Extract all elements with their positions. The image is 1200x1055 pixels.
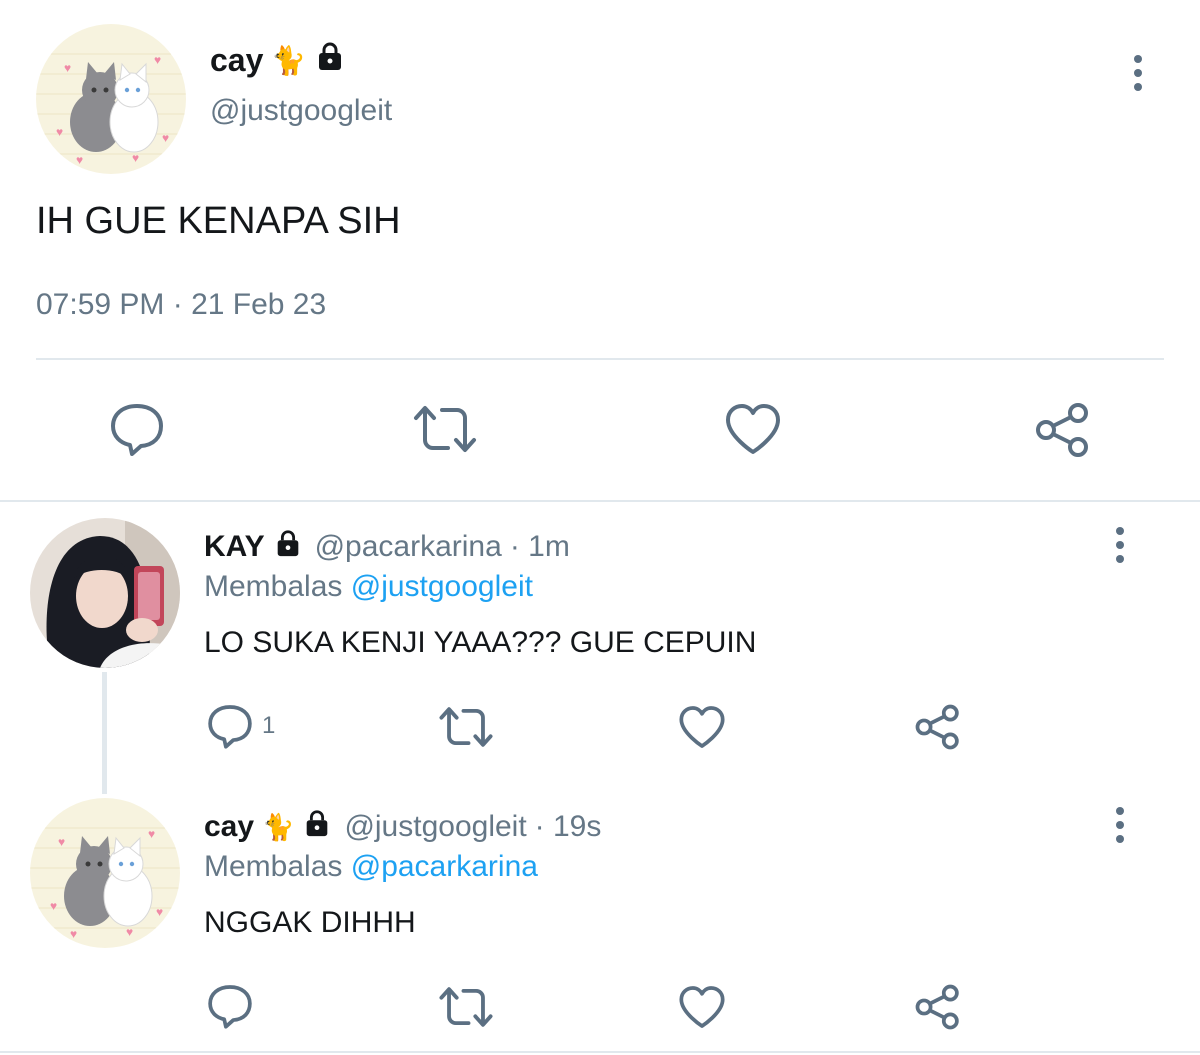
replying-to-label: Membalas [204, 850, 343, 883]
retweet-button[interactable] [438, 704, 494, 750]
svg-text:♥: ♥ [64, 61, 71, 75]
share-icon [915, 704, 959, 750]
cats-avatar-icon: ♥ ♥ ♥ ♥ ♥ ♥ [30, 798, 180, 948]
reply-handle[interactable]: @pacarkarina [315, 530, 502, 564]
reply-time[interactable]: · 1m [510, 530, 570, 564]
heart-icon [726, 404, 780, 454]
reply-avatar[interactable] [30, 518, 180, 668]
heart-icon [679, 706, 725, 748]
svg-text:♥: ♥ [56, 125, 63, 139]
cats-avatar-icon: ♥ ♥ ♥ ♥ ♥ ♥ [36, 24, 186, 174]
divider [36, 358, 1164, 360]
svg-text:♥: ♥ [126, 925, 133, 939]
replying-to-handle[interactable]: @justgoogleit [351, 570, 533, 603]
reply-button[interactable] [206, 982, 254, 1030]
replying-to-handle[interactable]: @pacarkarina [351, 850, 538, 883]
lock-icon [273, 528, 303, 566]
retweet-button[interactable] [438, 984, 494, 1030]
reply-time[interactable]: · 19s [535, 810, 602, 844]
retweet-icon [414, 406, 476, 452]
thread-line [102, 672, 107, 794]
reply-text: NGGAK DIHHH [204, 906, 416, 939]
share-button[interactable] [1034, 402, 1092, 458]
heart-icon [679, 986, 725, 1028]
author-handle[interactable]: @justgoogleit [210, 94, 392, 128]
lock-icon [302, 808, 332, 846]
reply-count: 1 [262, 712, 276, 739]
retweet-icon [439, 987, 493, 1027]
tweet-text: IH GUE KENAPA SIH [36, 200, 401, 242]
like-button[interactable] [678, 984, 726, 1030]
like-button[interactable] [724, 402, 782, 456]
reply-text: LO SUKA KENJI YAAA??? GUE CEPUIN [204, 626, 757, 659]
photo-avatar-icon [30, 518, 180, 668]
tweet-timestamp[interactable]: 07:59 PM · 21 Feb 23 [36, 288, 326, 322]
cat-emoji: 🐈 [271, 44, 307, 76]
svg-text:♥: ♥ [154, 53, 161, 67]
retweet-icon [439, 707, 493, 747]
svg-text:♥: ♥ [132, 151, 139, 165]
svg-text:♥: ♥ [50, 899, 57, 913]
reply-display-name[interactable]: KAY [204, 530, 265, 564]
more-options-icon[interactable] [1110, 806, 1130, 846]
like-button[interactable] [678, 704, 726, 750]
retweet-button[interactable] [412, 402, 478, 456]
section-divider [0, 500, 1200, 502]
svg-text:♥: ♥ [156, 905, 163, 919]
reply-icon [208, 985, 252, 1029]
cat-emoji: 🐈 [262, 811, 295, 842]
svg-text:♥: ♥ [76, 153, 83, 167]
reply-button[interactable]: 1 [206, 702, 275, 750]
lock-icon [314, 40, 346, 80]
reply-icon [111, 404, 163, 456]
share-icon [915, 984, 959, 1030]
reply-icon [208, 705, 252, 749]
share-button[interactable] [914, 704, 962, 750]
author-display-name[interactable]: cay [210, 42, 263, 79]
share-icon [1036, 403, 1088, 457]
svg-text:♥: ♥ [58, 835, 65, 849]
author-avatar[interactable]: ♥ ♥ ♥ ♥ ♥ ♥ [36, 24, 186, 174]
reply-avatar[interactable]: ♥ ♥ ♥ ♥ ♥ ♥ [30, 798, 180, 948]
svg-text:♥: ♥ [148, 827, 155, 841]
more-options-icon[interactable] [1110, 526, 1130, 566]
reply-display-name[interactable]: cay [204, 810, 254, 844]
reply-handle[interactable]: @justgoogleit [344, 810, 526, 844]
share-button[interactable] [914, 984, 962, 1030]
more-options-icon[interactable] [1128, 54, 1148, 94]
svg-text:♥: ♥ [70, 927, 77, 941]
bottom-divider [0, 1051, 1200, 1053]
reply-button[interactable] [108, 400, 166, 458]
svg-text:♥: ♥ [162, 131, 169, 145]
replying-to-label: Membalas [204, 570, 343, 603]
